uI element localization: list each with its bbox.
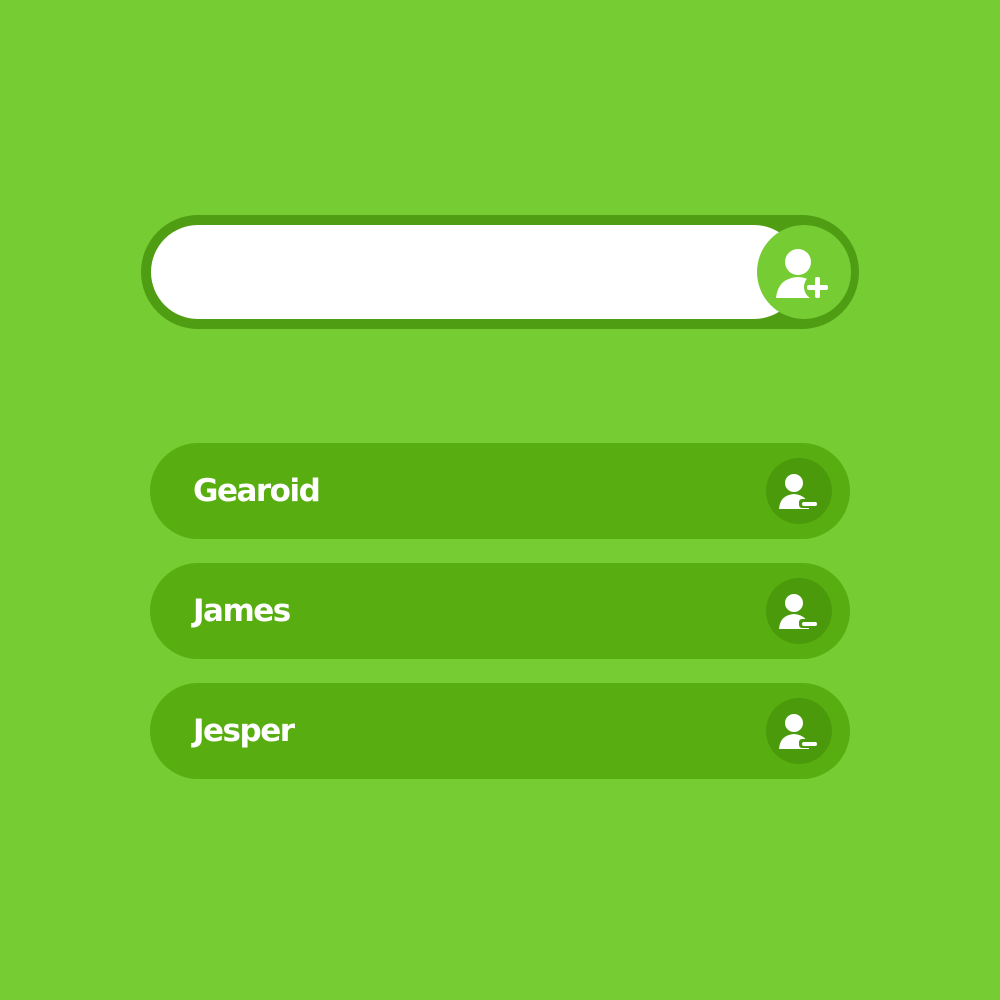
list-item: Jesper: [150, 683, 850, 779]
remove-user-icon: [779, 474, 820, 509]
add-user-button[interactable]: [757, 225, 851, 319]
remove-user-button[interactable]: [766, 458, 832, 524]
people-list: Gearoid James Jesper: [150, 443, 850, 803]
remove-user-icon: [779, 714, 820, 749]
person-name: James: [193, 593, 291, 629]
person-name: Gearoid: [193, 473, 321, 509]
remove-user-button[interactable]: [766, 578, 832, 644]
list-item: James: [150, 563, 850, 659]
add-user-bar: [141, 215, 859, 329]
add-user-icon: [776, 249, 830, 300]
name-input[interactable]: [151, 225, 801, 319]
remove-user-icon: [779, 594, 820, 629]
remove-user-button[interactable]: [766, 698, 832, 764]
person-name: Jesper: [193, 713, 295, 749]
list-item: Gearoid: [150, 443, 850, 539]
